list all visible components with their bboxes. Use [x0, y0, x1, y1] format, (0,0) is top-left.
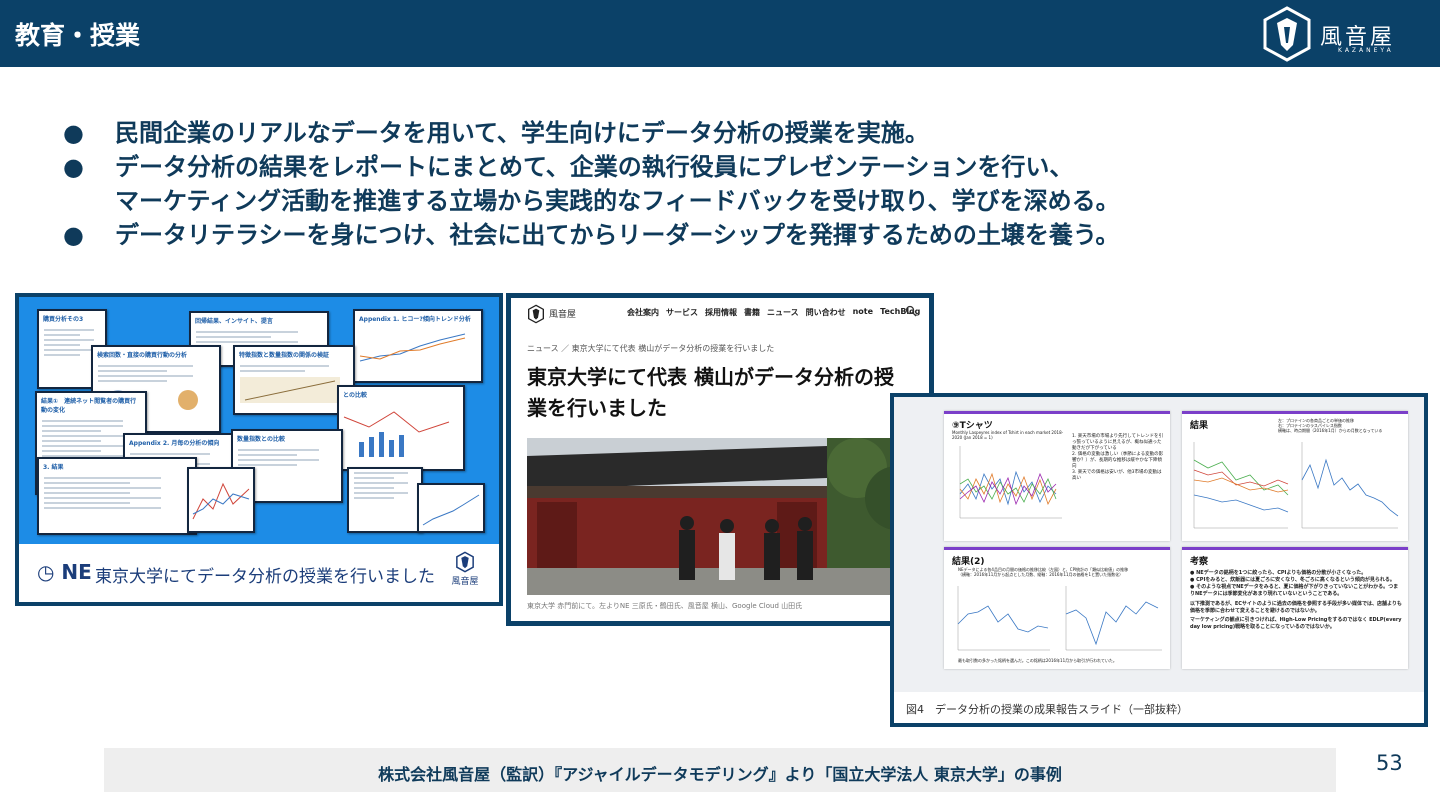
nav-item-news[interactable]: ニュース [767, 307, 799, 318]
slide-thumbnail [417, 483, 485, 533]
point-item: ● そのような視点でNEデータをみると、夏に価格が下がりきっていないことがわかる… [1190, 584, 1399, 597]
bullet-item: ● データリテラシーを身につけ、社会に出てからリーダーシップを発揮するための土壌… [60, 218, 1320, 252]
article-title: 東京大学にて代表 横山がデータ分析の授業を行いました [527, 365, 894, 420]
point-item: ● CPIをみると、炊飯器には夏ごろに安くなり、冬ごろに高くなるという傾向が見ら… [1190, 577, 1395, 583]
slide-thumbnail [347, 467, 423, 533]
nav-item-note[interactable]: note [853, 307, 873, 318]
brand-roman: KAZANEYA [1338, 47, 1394, 54]
chart-title: Monthly Laspeyres index of Tshirt in eac… [952, 430, 1064, 440]
ne-logo-icon: ◷ [37, 560, 55, 584]
bullet-item: ● データ分析の結果をレポートにまとめて、企業の執行役員にプレゼンテーションを行… [60, 150, 1320, 218]
note-item: 1. 楽天市場の市場より先行してトレンドを引っ張っているように見えるが、概ね似通… [1072, 434, 1163, 451]
slide-title: Appendix 1. ヒコー?傾向トレンド分析 [359, 316, 471, 323]
consideration-body: ● NEデータの銘柄を1つに絞ったら、CPIよりも価格の分散が小さくなった。 ●… [1190, 570, 1402, 631]
tshirt-slide: ⑨Tシャツ Monthly Laspeyres index of Tshirt … [944, 411, 1170, 541]
page-title: 教育・授業 [15, 21, 141, 50]
search-icon[interactable] [905, 305, 917, 317]
result2-slide: 結果(2) NEデータによる各4品目の月間の価格の推移比較（左図）と、CPI統計… [944, 547, 1170, 669]
source-band: 株式会社風音屋（監訳）『アジャイルデータモデリング』より「国立大学法人 東京大学… [104, 748, 1336, 792]
figure-caption: 図4 データ分析の授業の成果報告スライド（一部抜粋） [906, 703, 1188, 716]
bullet-item: ● 民間企業のリアルなデータを用いて、学生向けにデータ分析の授業を実施。 [60, 116, 1320, 150]
bullet-text: マーケティング活動を推進する立場から実践的なフィードバックを受け取り、学びを深め… [115, 187, 1120, 215]
result2-footnote: 最も取引数の多かった銘柄を選んだ。この銘柄は2016年11月から取引が行われてい… [958, 658, 1117, 663]
kazaneya-logo-icon [1263, 6, 1311, 62]
site-logo-text: 風音屋 [549, 310, 577, 320]
line-chart-thumbnail [1065, 586, 1162, 651]
diagram-thumbnail [240, 377, 340, 403]
slide-thumbnail [187, 467, 255, 533]
slide-thumbnail: Appendix 1. ヒコー?傾向トレンド分析 [353, 309, 483, 383]
kazaneya-logo-icon [528, 304, 544, 324]
page-number: 53 [1376, 751, 1403, 775]
result-slides-figure: ⑨Tシャツ Monthly Laspeyres index of Tshirt … [890, 393, 1428, 727]
news-article-screenshot: 風音屋 会社案内 サービス 採用情報 書籍 ニュース 問い合わせ note Te… [506, 293, 934, 626]
slide-title: 3. 結果 [43, 464, 64, 471]
point-item: ● NEデータの銘柄を1つに絞ったら、CPIよりも価格の分散が小さくなった。 [1190, 570, 1367, 576]
card-title: 結果 [1190, 421, 1209, 431]
note-item: 横軸は、時点期間（2016年1月）からの月数となっている [1278, 428, 1383, 433]
bullet-dot-icon: ● [63, 221, 84, 249]
slide-title: Appendix 2. 月毎の分析の傾向 [129, 440, 220, 447]
tshirt-notes: 1. 楽天市場の市場より先行してトレンドを引っ張っているように見えるが、概ね似通… [1072, 434, 1164, 482]
card-title: 結果(2) [952, 557, 985, 567]
line-chart-thumbnail [1193, 442, 1289, 529]
result2-notes: NEデータによる各4品目の月間の価格の推移比較（左図）と、CPI統計の「類似比較… [958, 567, 1164, 577]
source-citation: 株式会社風音屋（監訳）『アジャイルデータモデリング』より「国立大学法人 東京大学… [378, 765, 1062, 784]
breadcrumb: ニュース ／ 東京大学にて代表 横山がデータ分析の授業を行いました [527, 344, 775, 353]
line-chart-thumbnail [957, 586, 1050, 651]
line-chart-thumbnail [192, 482, 250, 520]
line-chart-thumbnail [359, 333, 466, 362]
site-nav: 会社案内 サービス 採用情報 書籍 ニュース 問い合わせ note TechBl… [627, 307, 920, 318]
slide-title: 結果① 連続ネット閲覧者の購買行動の変化 [41, 398, 137, 414]
article-photo [527, 438, 919, 595]
nav-item-contact[interactable]: 問い合わせ [806, 307, 846, 318]
note-item: 3. 楽天での価格は安いが、他3市場の変動は高い [1072, 470, 1162, 481]
mini-logo-text: 風音屋 [451, 577, 479, 587]
nav-item-recruit[interactable]: 採用情報 [705, 307, 737, 318]
slide-title: 数量指数との比較 [237, 436, 285, 443]
bullet-text: データリテラシーを身につけ、社会に出てからリーダーシップを発揮するための土壌を養… [115, 221, 1120, 249]
slide-title: 回帰結果、インサイト、提言 [195, 318, 273, 325]
slide-title: 購買分析その3 [43, 316, 84, 323]
ne-logo-text: NE [61, 560, 92, 584]
ne-announcement-image: 購買分析その3 回帰結果、インサイト、提言 Appendix 1. ヒコー?傾向… [15, 293, 503, 606]
slide-title: 特徴指数と数量指数の関係の検証 [239, 352, 330, 359]
ne-logo: ◷ NE [37, 560, 92, 584]
brand-logo: 風音屋 KAZANEYA [1260, 5, 1420, 63]
kazaneya-mini-logo: 風音屋 [445, 550, 485, 596]
line-chart-thumbnail [959, 446, 1062, 519]
bar-chart-thumbnail [343, 411, 450, 457]
slide-title: 検索回数・直接の購買行動の分析 [97, 352, 188, 359]
kazaneya-logo-icon [456, 551, 474, 573]
slide-title: との比較 [343, 392, 367, 399]
bullet-list: ● 民間企業のリアルなデータを用いて、学生向けにデータ分析の授業を実施。 ● デ… [60, 116, 1320, 252]
consideration-slide: 考察 ● NEデータの銘柄を1つに絞ったら、CPIよりも価格の分散が小さくなった… [1182, 547, 1408, 669]
result-slide: 結果 左：プロテインの各商品ごとの単価の推移 右：プロテインのラスパイレス指数 … [1182, 411, 1408, 541]
bullet-text: 民間企業のリアルなデータを用いて、学生向けにデータ分析の授業を実施。 [115, 119, 929, 147]
note-item: （横軸：2016年11月から起点とした月数、縦軸：2016年11月の価格を1と置… [958, 572, 1124, 577]
bullet-dot-icon: ● [63, 153, 84, 181]
akamon-group-photo [527, 438, 919, 595]
card-title: 考察 [1190, 557, 1209, 567]
result-notes: 左：プロテインの各商品ごとの単価の推移 右：プロテインのラスパイレス指数 横軸は… [1278, 418, 1404, 433]
announcement-caption: 東京大学にてデータ分析の授業を行いました [95, 567, 435, 587]
nav-item-books[interactable]: 書籍 [744, 307, 760, 318]
bullet-dot-icon: ● [63, 119, 84, 147]
announcement-band: ◷ NE 東京大学にてデータ分析の授業を行いました 風音屋 [19, 544, 499, 602]
nav-item-services[interactable]: サービス [666, 307, 698, 318]
header-bar: 教育・授業 風音屋 KAZANEYA [0, 0, 1440, 67]
nav-item-company[interactable]: 会社案内 [627, 307, 659, 318]
bullet-text: データ分析の結果をレポートにまとめて、企業の執行役員にプレゼンテーションを行い、 [115, 153, 1074, 181]
photo-caption: 東京大学 赤門前にて。左よりNE 三原氏・鶴田氏、風音屋 横山、Google C… [527, 602, 803, 610]
line-chart-thumbnail [1301, 442, 1399, 529]
slide-thumbnail: 3. 結果 [37, 457, 197, 535]
line-chart-thumbnail [422, 494, 480, 526]
slide-thumbnail: との比較 [337, 385, 465, 471]
note-item: 2. 価格の変動は激しい（季節による変動の影響か？）が、長期的な推移は緩やかな下… [1072, 452, 1164, 469]
paragraph: マーケティングの観点に引きつければ、High-Low Pricingをするのでは… [1190, 617, 1402, 630]
paragraph: 以下推測であるが、ECサイトのように過去の価格を参照する手段が多い媒体では、店舗… [1190, 601, 1402, 614]
